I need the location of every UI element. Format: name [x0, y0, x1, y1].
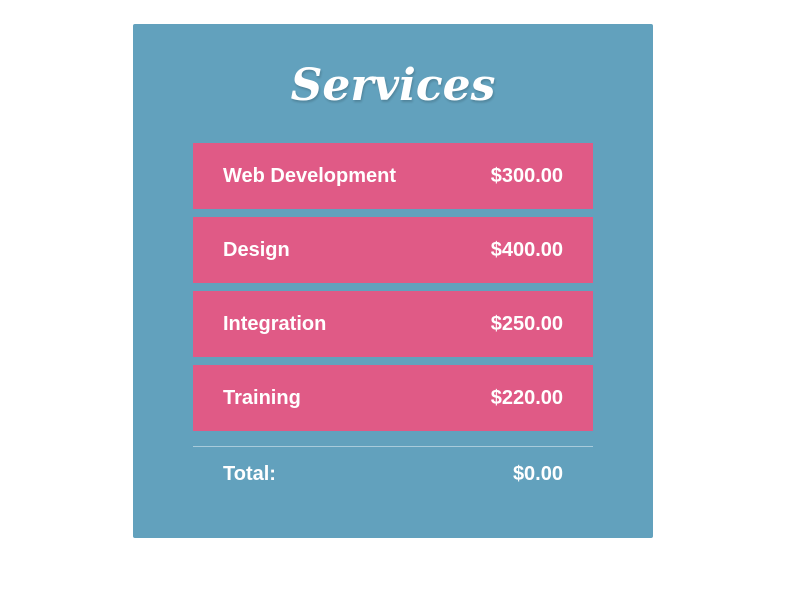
- services-list: Web Development $300.00 Design $400.00 I…: [193, 143, 593, 439]
- page-title: Services: [290, 60, 496, 111]
- service-name: Web Development: [223, 164, 396, 187]
- total-divider: [193, 446, 593, 447]
- total-row: Total: $0.00: [193, 456, 593, 492]
- total-label: Total:: [223, 462, 276, 485]
- service-item-integration[interactable]: Integration $250.00: [193, 291, 593, 357]
- service-name: Training: [223, 386, 301, 409]
- service-item-design[interactable]: Design $400.00: [193, 217, 593, 283]
- service-name: Design: [223, 238, 290, 261]
- service-price: $250.00: [490, 312, 563, 335]
- service-item-web-development[interactable]: Web Development $300.00: [193, 143, 593, 209]
- service-price: $400.00: [490, 238, 563, 261]
- services-panel: Services Web Development $300.00 Design …: [133, 24, 653, 538]
- service-price: $300.00: [490, 164, 563, 187]
- service-price: $220.00: [490, 386, 563, 409]
- service-name: Integration: [223, 312, 327, 335]
- service-item-training[interactable]: Training $220.00: [193, 365, 593, 431]
- total-value: $0.00: [512, 462, 563, 485]
